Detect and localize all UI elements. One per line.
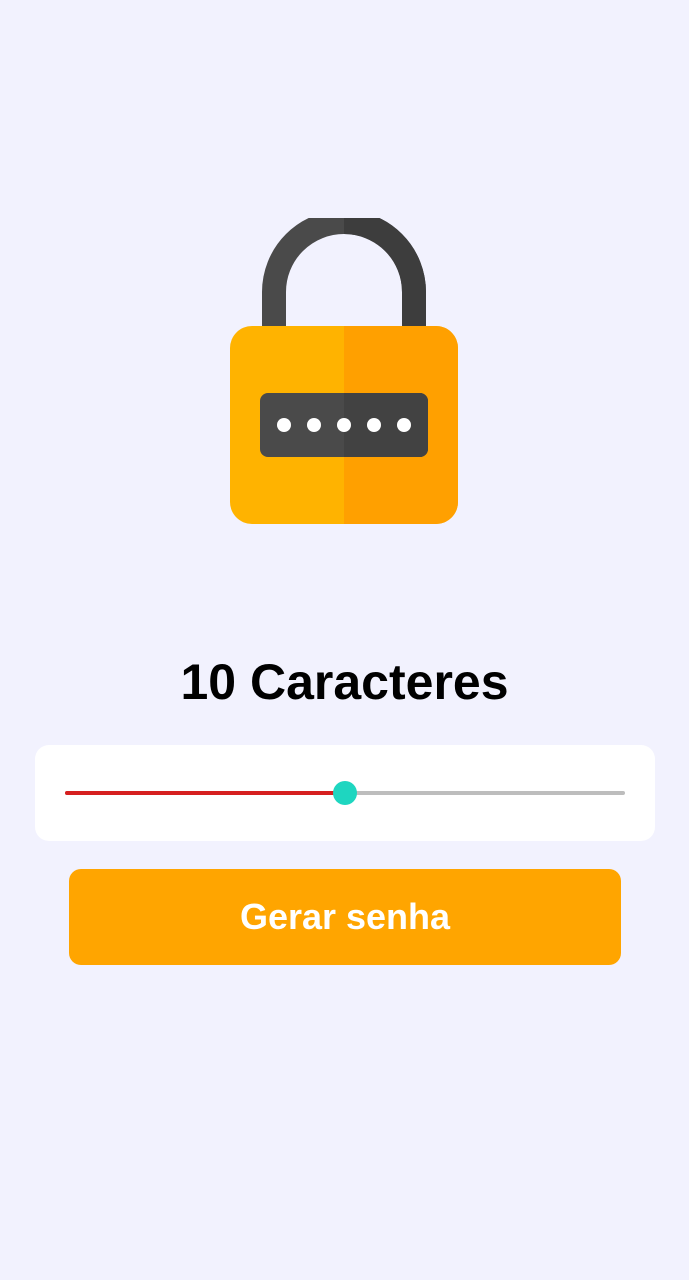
- padlock-icon: [228, 210, 460, 526]
- slider-card: [35, 745, 655, 841]
- padlock-svg: [230, 210, 458, 524]
- password-display-shade: [344, 393, 428, 457]
- length-slider-thumb[interactable]: [333, 781, 357, 805]
- length-label: 10 Caracteres: [180, 654, 509, 710]
- generate-password-button[interactable]: Gerar senha: [69, 869, 621, 965]
- padlock-shackle-shade: [343, 210, 426, 330]
- length-slider-fill: [65, 791, 345, 795]
